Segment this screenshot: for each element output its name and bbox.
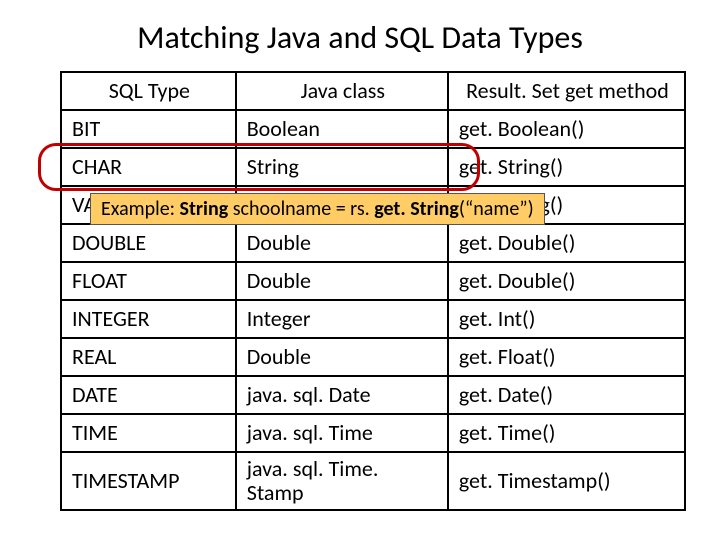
- cell: get. Float(): [448, 338, 685, 376]
- example-suffix: (“name”): [459, 197, 534, 221]
- cell: REAL: [61, 338, 236, 376]
- example-prefix: Example:: [101, 197, 180, 221]
- cell: get. Timestamp(): [448, 452, 685, 510]
- table-container: SQL Type Java class Result. Set get meth…: [60, 71, 686, 511]
- cell: CHAR: [61, 148, 236, 186]
- cell: String: [236, 148, 448, 186]
- table-row: INTEGERIntegerget. Int(): [61, 300, 685, 338]
- cell: java. sql. Time. Stamp: [236, 452, 448, 510]
- page-title: Matching Java and SQL Data Types: [0, 18, 720, 57]
- cell: get. Time(): [448, 414, 685, 452]
- cell: Integer: [236, 300, 448, 338]
- cell: DATE: [61, 376, 236, 414]
- cell: Double: [236, 262, 448, 300]
- cell: FLOAT: [61, 262, 236, 300]
- cell: java. sql. Date: [236, 376, 448, 414]
- header-sql-type: SQL Type: [61, 72, 236, 110]
- cell: get. Boolean(): [448, 110, 685, 148]
- header-resultset: Result. Set get method: [448, 72, 685, 110]
- table-row: TIMEjava. sql. Timeget. Time(): [61, 414, 685, 452]
- example-bold2: get. String: [374, 197, 459, 221]
- table-row: REALDoubleget. Float(): [61, 338, 685, 376]
- cell: TIMESTAMP: [61, 452, 236, 510]
- table-row: DATEjava. sql. Dateget. Date(): [61, 376, 685, 414]
- cell: get. Date(): [448, 376, 685, 414]
- table-row: TIMESTAMPjava. sql. Time. Stampget. Time…: [61, 452, 685, 510]
- cell: BIT: [61, 110, 236, 148]
- cell: get. Double(): [448, 224, 685, 262]
- table-row: DOUBLEDoubleget. Double(): [61, 224, 685, 262]
- cell: INTEGER: [61, 300, 236, 338]
- example-mid: schoolname = rs.: [228, 197, 374, 221]
- cell: DOUBLE: [61, 224, 236, 262]
- header-java-class: Java class: [236, 72, 448, 110]
- table-row: CHARStringget. String(): [61, 148, 685, 186]
- table-row: BITBooleanget. Boolean(): [61, 110, 685, 148]
- cell: get. Double(): [448, 262, 685, 300]
- example-callout: Example: String schoolname = rs. get. St…: [90, 193, 545, 225]
- cell: get. Int(): [448, 300, 685, 338]
- table-header-row: SQL Type Java class Result. Set get meth…: [61, 72, 685, 110]
- cell: get. String(): [448, 148, 685, 186]
- type-mapping-table: SQL Type Java class Result. Set get meth…: [60, 71, 686, 511]
- cell: TIME: [61, 414, 236, 452]
- table-row: FLOATDoubleget. Double(): [61, 262, 685, 300]
- example-bold1: String: [180, 197, 229, 221]
- cell: Double: [236, 224, 448, 262]
- cell: Boolean: [236, 110, 448, 148]
- cell: java. sql. Time: [236, 414, 448, 452]
- cell: Double: [236, 338, 448, 376]
